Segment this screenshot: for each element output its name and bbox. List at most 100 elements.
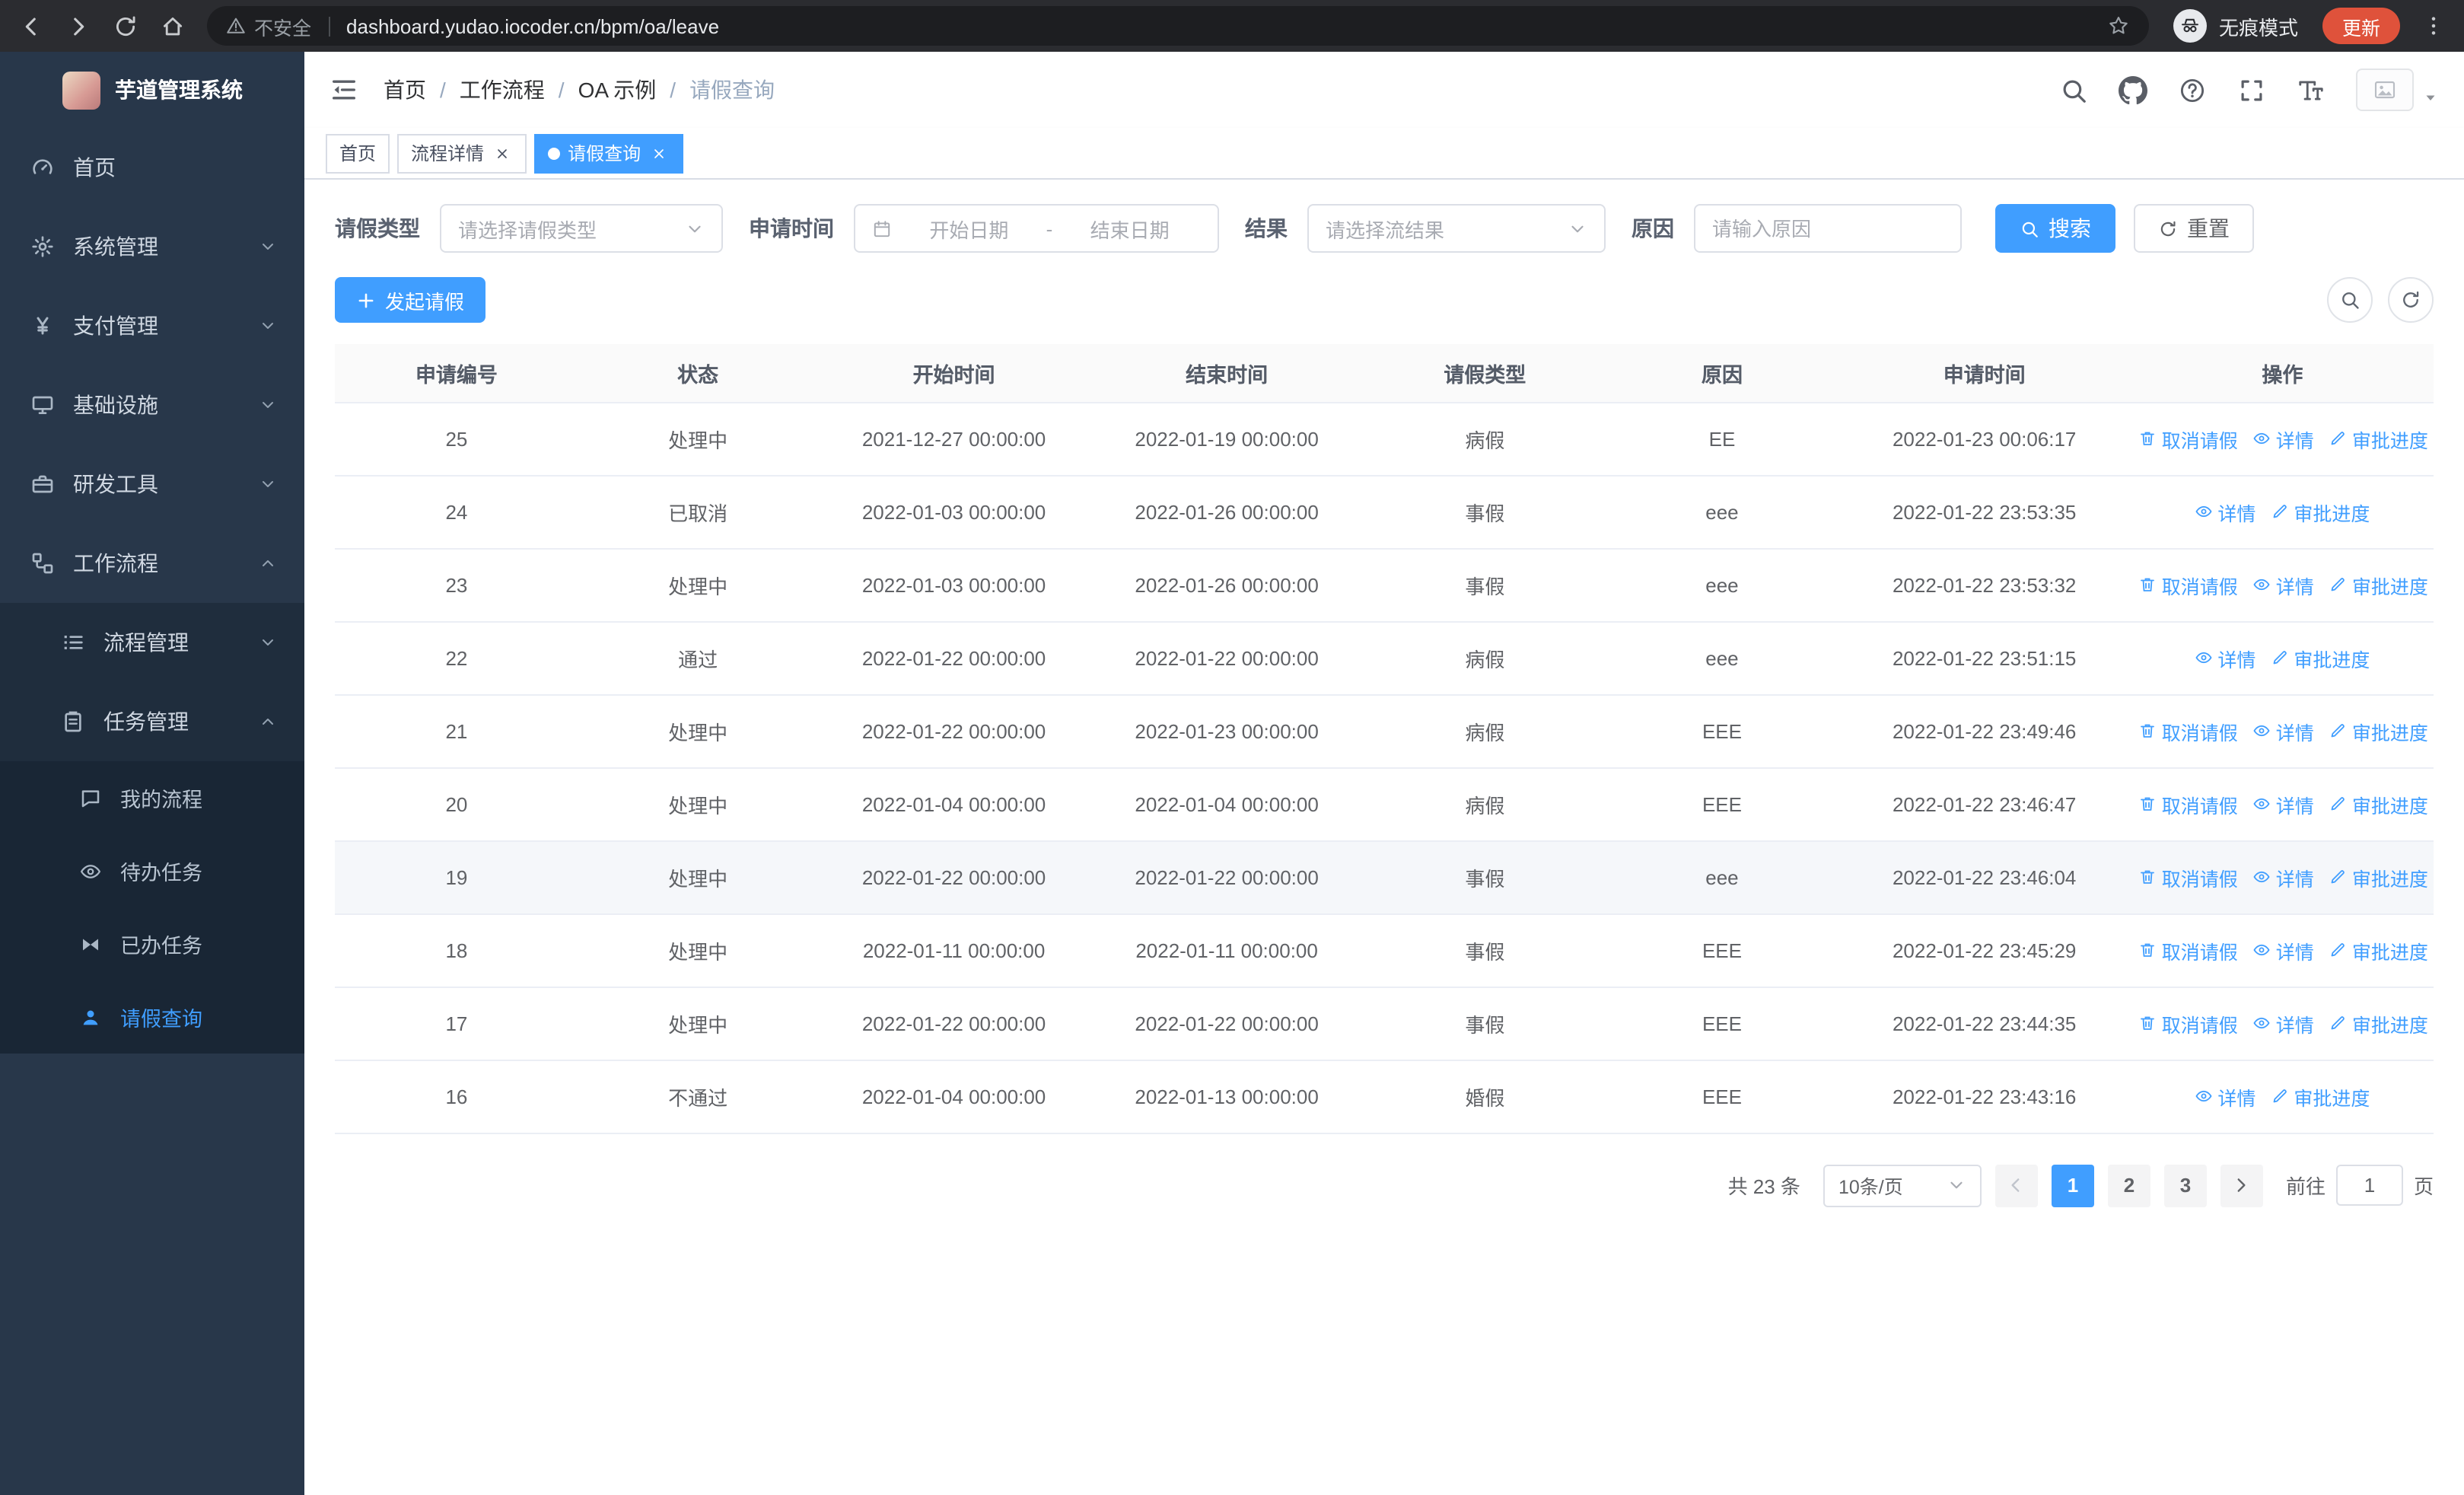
approval-progress-link[interactable]: 审批进度 (2329, 570, 2428, 599)
approval-progress-link[interactable]: 审批进度 (2329, 424, 2428, 453)
view-detail-link[interactable]: 详情 (2253, 716, 2314, 745)
search-button-label: 搜索 (2049, 216, 2091, 241)
action-label: 取消请假 (2161, 576, 2238, 598)
sidebar-item-system-management[interactable]: 系统管理 (0, 207, 304, 286)
action-label: 审批进度 (2351, 576, 2428, 598)
browser-menu-icon[interactable] (2421, 14, 2446, 38)
calendar-icon (872, 218, 892, 238)
page-number-1[interactable]: 1 (2051, 1164, 2094, 1207)
view-detail-link[interactable]: 详情 (2195, 497, 2255, 526)
breadcrumb-item-2[interactable]: OA 示例 (578, 75, 657, 105)
app-title: 芋道管理系统 (115, 78, 243, 102)
goto-page-input[interactable] (2335, 1165, 2403, 1206)
sidebar-item-leave-query[interactable]: 请假查询 (0, 980, 304, 1054)
cell-apply-time: 2022-01-22 23:43:16 (1837, 1060, 2131, 1133)
next-page-button[interactable] (2220, 1164, 2263, 1207)
bookmark-star-icon[interactable] (2106, 14, 2131, 38)
reset-button[interactable]: 重置 (2134, 204, 2254, 253)
cell-actions: 取消请假 详情 审批进度 (2131, 402, 2434, 476)
action-label: 取消请假 (2161, 869, 2238, 890)
breadcrumb-item-1[interactable]: 工作流程 (460, 75, 545, 105)
approval-progress-link[interactable]: 审批进度 (2271, 497, 2370, 526)
browser-reload-icon[interactable] (113, 13, 138, 39)
browser-back-icon[interactable] (18, 13, 44, 39)
sidebar-item-done-tasks[interactable]: 已办任务 (0, 907, 304, 980)
tab-label: 首页 (339, 143, 377, 164)
sidebar-item-process-management[interactable]: 流程管理 (0, 603, 304, 682)
sidebar-item-pending-tasks[interactable]: 待办任务 (0, 834, 304, 907)
page-number-3[interactable]: 3 (2163, 1164, 2207, 1207)
tab-process-detail[interactable]: 流程详情 (397, 133, 527, 173)
apply-time-range-picker[interactable]: 开始日期 - 结束日期 (854, 204, 1219, 253)
sidebar-item-workflow[interactable]: 工作流程 (0, 524, 304, 603)
tab-leave-query[interactable]: 请假查询 (534, 133, 684, 173)
refresh-icon (2400, 289, 2421, 311)
cancel-leave-link[interactable]: 取消请假 (2139, 789, 2238, 818)
payment-icon (30, 314, 55, 338)
prev-page-button[interactable] (1994, 1164, 2038, 1207)
view-detail-link[interactable]: 详情 (2253, 936, 2314, 964)
github-icon[interactable] (2119, 75, 2147, 104)
view-detail-link[interactable]: 详情 (2253, 862, 2314, 891)
tab-close-icon[interactable] (492, 142, 513, 164)
approval-progress-link[interactable]: 审批进度 (2271, 643, 2370, 672)
site-security-status[interactable]: 不安全 (225, 11, 311, 40)
cancel-leave-link[interactable]: 取消请假 (2139, 716, 2238, 745)
browser-update-button[interactable]: 更新 (2322, 8, 2400, 44)
approval-progress-link[interactable]: 审批进度 (2329, 716, 2428, 745)
security-warning-label: 不安全 (254, 18, 312, 39)
sidebar-item-payment-management[interactable]: 支付管理 (0, 286, 304, 365)
sidebar-item-infrastructure[interactable]: 基础设施 (0, 365, 304, 445)
address-bar[interactable]: 不安全 dashboard.yudao.iocoder.cn/bpm/oa/le… (207, 6, 2149, 46)
cancel-leave-link[interactable]: 取消请假 (2139, 1009, 2238, 1038)
result-select[interactable]: 请选择流结果 (1307, 204, 1606, 253)
tab-home[interactable]: 首页 (326, 133, 390, 173)
breadcrumb-item-0[interactable]: 首页 (384, 75, 426, 105)
cell-status: 不通过 (578, 1060, 818, 1133)
cancel-leave-link[interactable]: 取消请假 (2139, 570, 2238, 599)
page-number-2[interactable]: 2 (2107, 1164, 2150, 1207)
tab-close-icon[interactable] (648, 142, 670, 164)
approval-progress-link[interactable]: 审批进度 (2271, 1082, 2370, 1111)
question-icon[interactable] (2178, 75, 2207, 104)
clipboard-icon (61, 709, 85, 734)
browser-home-icon[interactable] (160, 13, 186, 39)
collapse-sidebar-icon[interactable] (329, 75, 359, 105)
user-avatar[interactable] (2356, 69, 2440, 111)
create-leave-button[interactable]: 发起请假 (335, 277, 486, 323)
browser-forward-icon[interactable] (65, 13, 91, 39)
toggle-search-button[interactable] (2327, 277, 2373, 323)
page-size-select[interactable]: 10条/页 (1823, 1164, 1982, 1207)
sidebar-item-home[interactable]: 首页 (0, 128, 304, 207)
approval-progress-link[interactable]: 审批进度 (2329, 1009, 2428, 1038)
view-detail-link[interactable]: 详情 (2253, 570, 2314, 599)
cell-actions: 详情 审批进度 (2131, 1060, 2434, 1133)
action-label: 审批进度 (2294, 503, 2370, 524)
reason-input[interactable] (1712, 217, 1944, 240)
view-detail-link[interactable]: 详情 (2253, 789, 2314, 818)
font-size-icon[interactable] (2297, 75, 2326, 104)
approval-progress-link[interactable]: 审批进度 (2329, 862, 2428, 891)
cell-end-time: 2022-01-26 00:00:00 (1090, 548, 1364, 622)
fullscreen-icon[interactable] (2237, 75, 2266, 104)
search-icon[interactable] (2059, 75, 2088, 104)
approval-progress-link[interactable]: 审批进度 (2329, 789, 2428, 818)
sidebar-item-my-process[interactable]: 我的流程 (0, 761, 304, 834)
cell-end-time: 2022-01-13 00:00:00 (1090, 1060, 1364, 1133)
sidebar-item-task-management[interactable]: 任务管理 (0, 682, 304, 761)
approval-progress-link[interactable]: 审批进度 (2329, 936, 2428, 964)
cancel-leave-link[interactable]: 取消请假 (2139, 424, 2238, 453)
sidebar-item-dev-tools[interactable]: 研发工具 (0, 445, 304, 524)
cell-leave-type: 事假 (1363, 475, 1607, 549)
view-detail-link[interactable]: 详情 (2195, 643, 2255, 672)
view-detail-link[interactable]: 详情 (2253, 424, 2314, 453)
leave-type-select[interactable]: 请选择请假类型 (440, 204, 723, 253)
search-button[interactable]: 搜索 (1995, 204, 2115, 253)
view-detail-link[interactable]: 详情 (2195, 1082, 2255, 1111)
cancel-leave-link[interactable]: 取消请假 (2139, 862, 2238, 891)
table-row-23: 23 处理中 2022-01-03 00:00:00 2022-01-26 00:00… (335, 548, 2434, 622)
cell-actions: 取消请假 详情 审批进度 (2131, 987, 2434, 1060)
view-detail-link[interactable]: 详情 (2253, 1009, 2314, 1038)
refresh-table-button[interactable] (2388, 277, 2434, 323)
cancel-leave-link[interactable]: 取消请假 (2139, 936, 2238, 964)
